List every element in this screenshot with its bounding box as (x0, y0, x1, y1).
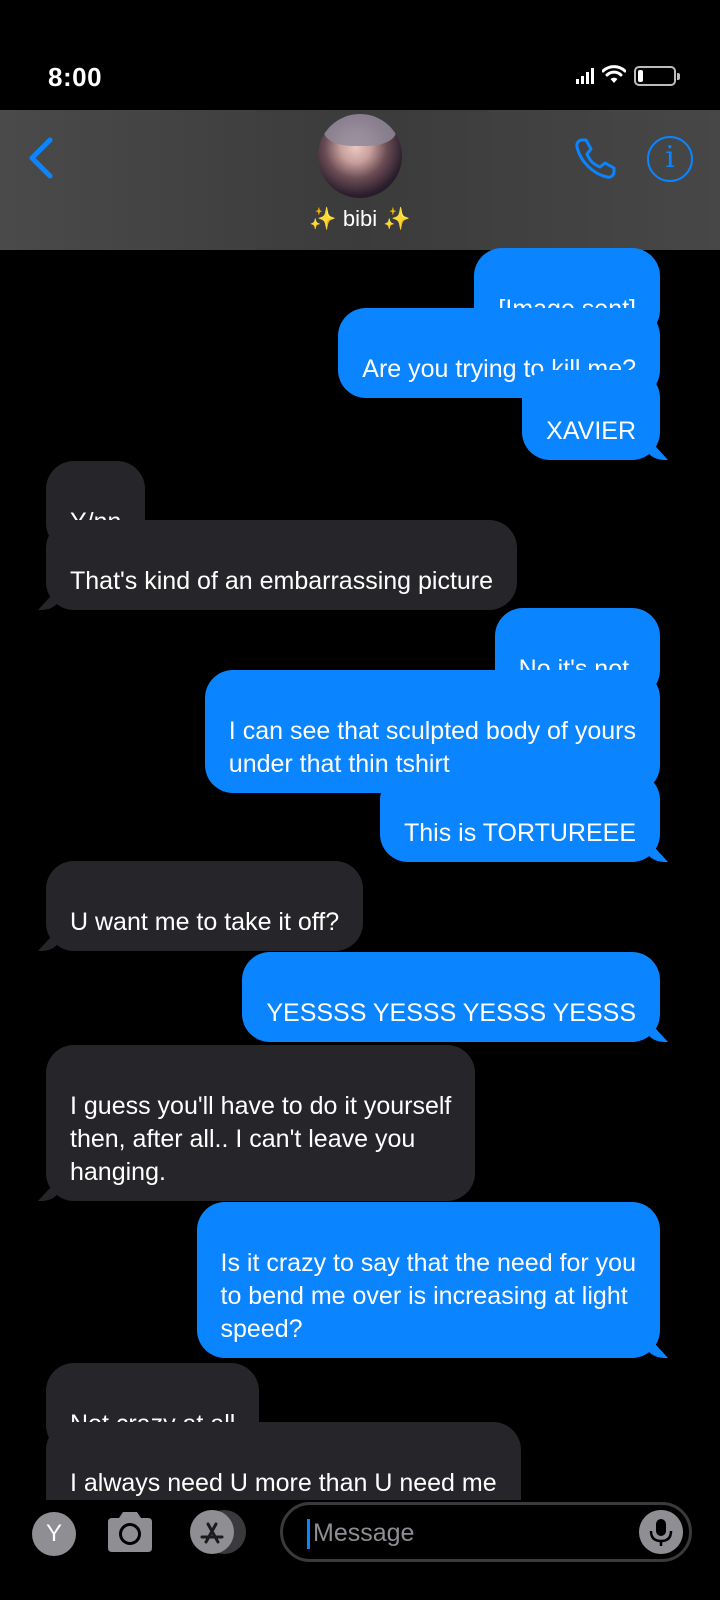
back-button[interactable] (24, 134, 60, 182)
message-input[interactable]: Message (280, 1502, 692, 1562)
phone-icon[interactable] (572, 134, 620, 182)
message-text: Is it crazy to say that the need for you… (220, 1249, 637, 1343)
text-cursor (307, 1519, 310, 1549)
contact-avatar[interactable] (318, 114, 402, 198)
message-placeholder: Message (313, 1519, 415, 1547)
battery-level (638, 70, 643, 82)
status-bar: 8:00 (0, 0, 720, 110)
conversation-header: ✨ bibi ✨ i (0, 110, 720, 250)
message-text: U want me to take it off? (70, 908, 340, 936)
contact-name[interactable]: ✨ bibi ✨ (0, 206, 720, 232)
camera-icon[interactable] (104, 1508, 156, 1556)
avatar-hair (324, 114, 396, 146)
message-bubble-sent[interactable]: XAVIER (522, 370, 660, 460)
message-bubble-received[interactable]: U want me to take it off? (46, 861, 364, 951)
app-shortcut-button[interactable]: Y (32, 1512, 76, 1556)
message-bubble-sent[interactable]: YESSSS YESSS YESSS YESSS (242, 952, 660, 1042)
message-bubble-sent[interactable]: Is it crazy to say that the need for you… (196, 1202, 660, 1358)
message-bubble-sent[interactable]: This is TORTUREEE (380, 772, 660, 862)
status-time: 8:00 (48, 62, 103, 92)
message-bubble-received[interactable]: I guess you'll have to do it yourself th… (46, 1045, 476, 1201)
message-text: That's kind of an embarrassing picture (70, 567, 494, 595)
message-text: YESSSS YESSS YESSS YESSS (266, 999, 636, 1027)
info-icon[interactable]: i (647, 136, 693, 182)
wifi-icon (602, 65, 626, 83)
app-store-icon[interactable] (190, 1510, 248, 1554)
message-text: I guess you'll have to do it yourself th… (70, 1092, 452, 1186)
signal-icon (576, 68, 594, 84)
message-bubble-received[interactable]: That's kind of an embarrassing picture (46, 520, 518, 610)
compose-bar: Y Message (0, 1500, 720, 1600)
battery-icon (634, 66, 680, 86)
message-text: This is TORTUREEE (404, 819, 636, 847)
microphone-icon[interactable] (639, 1510, 683, 1554)
message-text: XAVIER (546, 417, 636, 445)
message-text: I can see that sculpted body of yours un… (228, 717, 636, 778)
